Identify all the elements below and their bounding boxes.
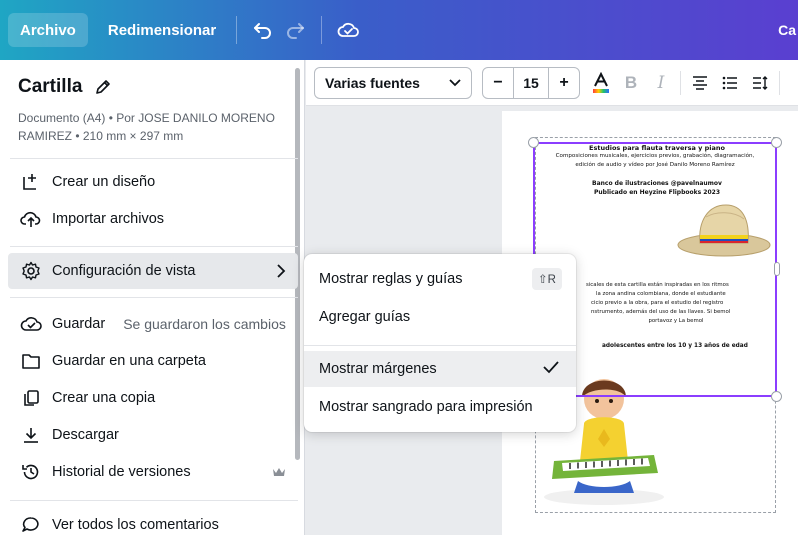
view-settings-label: Configuración de vista	[52, 263, 196, 279]
show-margins-item[interactable]: Mostrar márgenes	[304, 351, 576, 387]
file-panel: Cartilla Documento (A4) • Por JOSE DANIL…	[0, 60, 305, 535]
shortcut-badge: ⇧R	[532, 268, 562, 290]
panel-divider-4	[10, 500, 298, 501]
panel-divider-2	[10, 246, 298, 247]
save-folder-label: Guardar en una carpeta	[52, 353, 206, 369]
save-label: Guardar	[52, 316, 106, 332]
save-folder-item[interactable]: Guardar en una carpeta	[8, 343, 298, 379]
add-guides-item[interactable]: Agregar guías	[304, 299, 576, 335]
history-icon	[20, 461, 42, 483]
decrease-size-button[interactable]: −	[483, 68, 513, 98]
cloud-upload-icon	[20, 208, 42, 230]
show-bleed-label: Mostrar sangrado para impresión	[319, 399, 533, 415]
italic-icon[interactable]: I	[646, 67, 676, 99]
show-margins-label: Mostrar márgenes	[319, 361, 437, 377]
panel-divider	[10, 158, 298, 159]
increase-size-button[interactable]: +	[549, 68, 579, 98]
align-center-icon[interactable]	[685, 67, 715, 99]
top-bar: Archivo Redimensionar Ca	[0, 0, 798, 60]
gear-icon	[20, 260, 42, 282]
redo-icon[interactable]	[279, 14, 311, 46]
copy-icon	[20, 387, 42, 409]
document-title[interactable]: Cartilla	[18, 76, 112, 98]
checkmark-icon	[542, 359, 560, 379]
topbar-right-text: Ca	[778, 22, 796, 38]
font-size-value[interactable]: 15	[513, 67, 549, 98]
add-page-icon	[20, 171, 42, 193]
font-family-select[interactable]: Varias fuentes	[314, 66, 472, 99]
bold-icon[interactable]: B	[616, 67, 646, 99]
undo-icon[interactable]	[247, 14, 279, 46]
font-size-stepper: − 15 +	[482, 66, 580, 99]
cloud-check-icon	[20, 313, 42, 335]
import-files-item[interactable]: Importar archivos	[8, 201, 298, 237]
chevron-down-icon	[449, 78, 461, 86]
download-item[interactable]: Descargar	[8, 417, 298, 453]
panel-divider-3	[10, 297, 298, 298]
resize-handle-top-left[interactable]	[528, 137, 539, 148]
cloud-saved-icon[interactable]	[332, 14, 364, 46]
topbar-divider-2	[321, 16, 323, 44]
make-copy-label: Crear una copia	[52, 390, 156, 406]
pencil-icon[interactable]	[94, 78, 112, 96]
version-history-item[interactable]: Historial de versiones	[8, 454, 298, 490]
app-root: Archivo Redimensionar Ca Cartilla Docume…	[0, 0, 798, 535]
line-spacing-icon[interactable]	[745, 67, 775, 99]
view-comments-label: Ver todos los comentarios	[52, 517, 219, 533]
show-rulers-item[interactable]: Mostrar reglas y guías ⇧R	[304, 261, 576, 297]
font-family-value: Varias fuentes	[325, 74, 420, 91]
file-menu-button[interactable]: Archivo	[8, 13, 88, 47]
import-files-label: Importar archivos	[52, 211, 165, 227]
create-design-item[interactable]: Crear un diseño	[8, 164, 298, 200]
download-icon	[20, 424, 42, 446]
toolbar-divider	[680, 70, 681, 95]
show-rulers-label: Mostrar reglas y guías	[319, 271, 463, 287]
download-label: Descargar	[52, 427, 119, 443]
chevron-right-icon	[276, 253, 286, 289]
version-history-label: Historial de versiones	[52, 464, 191, 480]
view-settings-submenu: Mostrar reglas y guías ⇧R Agregar guías …	[304, 254, 576, 432]
crown-icon	[272, 454, 286, 490]
show-bleed-item[interactable]: Mostrar sangrado para impresión	[304, 389, 576, 425]
make-copy-item[interactable]: Crear una copia	[8, 380, 298, 416]
create-design-label: Crear un diseño	[52, 174, 156, 190]
view-comments-item[interactable]: Ver todos los comentarios	[8, 507, 298, 535]
save-status-text: Se guardaron los cambios	[123, 316, 286, 332]
submenu-divider	[304, 345, 576, 346]
toolbar-divider-2	[779, 70, 780, 95]
list-icon[interactable]	[715, 67, 745, 99]
resize-handle-bottom-right[interactable]	[771, 391, 782, 402]
folder-icon	[20, 350, 42, 372]
text-color-icon[interactable]	[586, 67, 616, 99]
comment-icon	[20, 514, 42, 535]
document-meta: Documento (A4) • Por JOSE DANILO MORENO …	[18, 111, 275, 143]
view-settings-item[interactable]: Configuración de vista	[8, 253, 298, 289]
add-guides-label: Agregar guías	[319, 309, 411, 325]
resize-handle-right[interactable]	[774, 262, 780, 276]
resize-button[interactable]: Redimensionar	[98, 13, 226, 47]
save-item[interactable]: Guardar Se guardaron los cambios	[8, 306, 298, 342]
editor-toolbar: Varias fuentes − 15 + B I	[306, 60, 798, 106]
document-title-text: Cartilla	[18, 76, 83, 97]
resize-handle-top-right[interactable]	[771, 137, 782, 148]
topbar-divider	[236, 16, 238, 44]
